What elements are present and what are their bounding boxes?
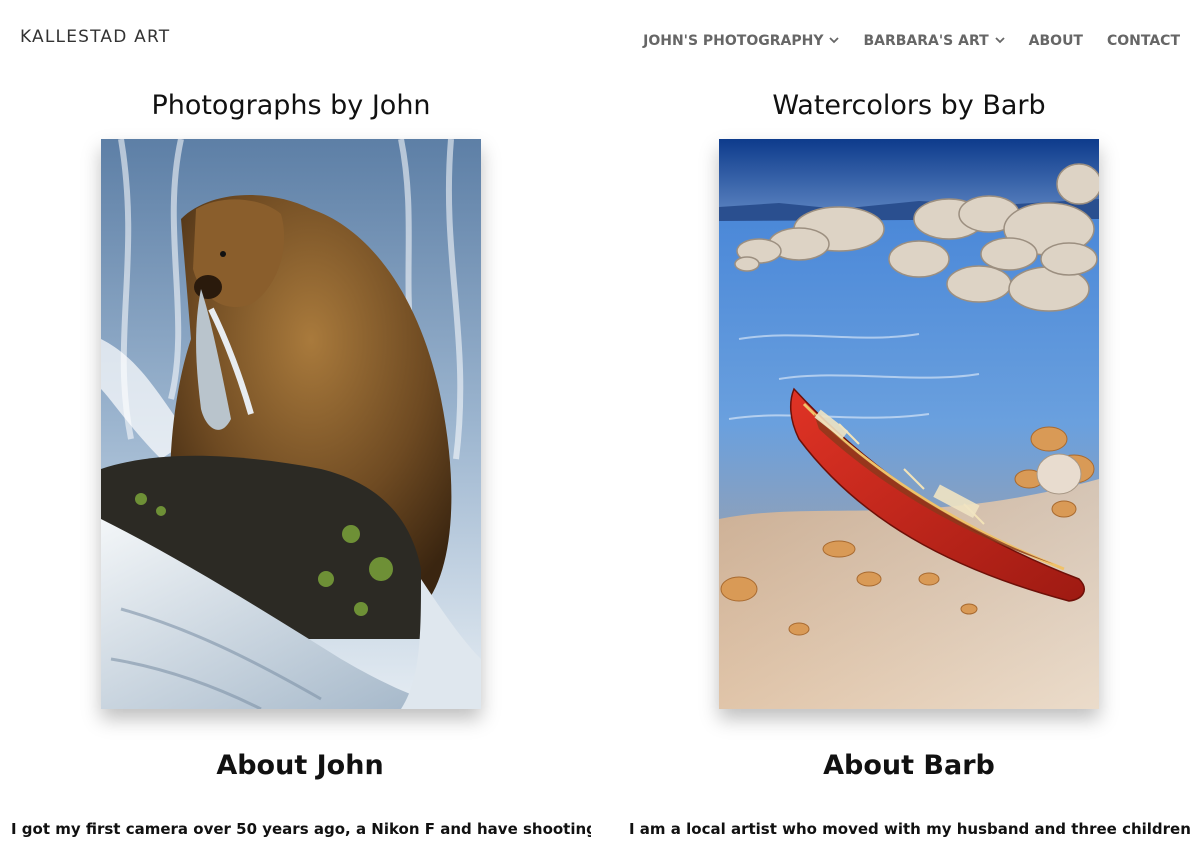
nav-label: ABOUT — [1028, 33, 1083, 49]
site-logo[interactable]: KALLESTAD ART — [20, 27, 170, 47]
about-barb-text: I am a local artist who moved with my hu… — [629, 820, 1194, 838]
nav-label: CONTACT — [1106, 33, 1180, 49]
site-header: KALLESTAD ART JOHN'S PHOTOGRAPHY BARBARA… — [0, 0, 1200, 80]
barb-gallery-title: Watercolors by Barb — [772, 90, 1046, 121]
nav-contact[interactable]: CONTACT — [1107, 33, 1180, 49]
chevron-down-icon — [829, 36, 840, 44]
main-nav: JOHN'S PHOTOGRAPHY BARBARA'S ART ABOUT C… — [643, 33, 1180, 49]
barb-gallery-column: Watercolors by Barb — [719, 80, 1099, 709]
about-barb-heading: About Barb — [823, 750, 995, 781]
grizzly-bear-photo[interactable] — [101, 139, 481, 709]
nav-barbaras-art[interactable]: BARBARA'S ART — [863, 33, 1005, 49]
chevron-down-icon — [995, 36, 1005, 44]
nav-johns-photography[interactable]: JOHN'S PHOTOGRAPHY — [643, 33, 840, 49]
nav-about[interactable]: ABOUT — [1029, 33, 1083, 49]
john-gallery-column: Photographs by John — [101, 80, 481, 709]
about-john-text: I got my first camera over 50 years ago,… — [11, 820, 591, 838]
john-gallery-title: Photographs by John — [151, 90, 431, 121]
nav-label: JOHN'S PHOTOGRAPHY — [643, 33, 824, 49]
red-canoe-watercolor[interactable] — [719, 139, 1099, 709]
nav-label: BARBARA'S ART — [863, 33, 989, 49]
about-john-heading: About John — [216, 750, 384, 781]
